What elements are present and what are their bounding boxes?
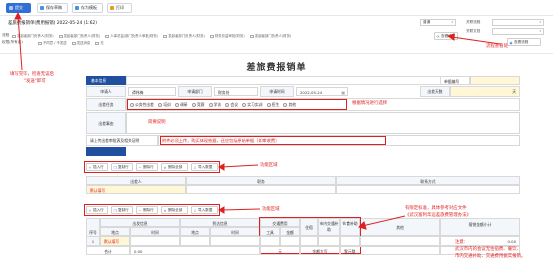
- annotation-arrows: [14, 11, 501, 230]
- arrow-to-flow: [451, 36, 501, 45]
- arrow-head: [446, 33, 455, 41]
- arrow-to-submit: [17, 15, 23, 71]
- arrow-head: [358, 221, 367, 230]
- arrow-head: [218, 206, 225, 214]
- arrow-to-actions-2: [221, 208, 261, 211]
- arrow-head: [14, 11, 22, 20]
- arrow-to-standard: [361, 215, 406, 227]
- arrow-head: [218, 163, 225, 171]
- arrow-to-actions-1: [221, 164, 259, 168]
